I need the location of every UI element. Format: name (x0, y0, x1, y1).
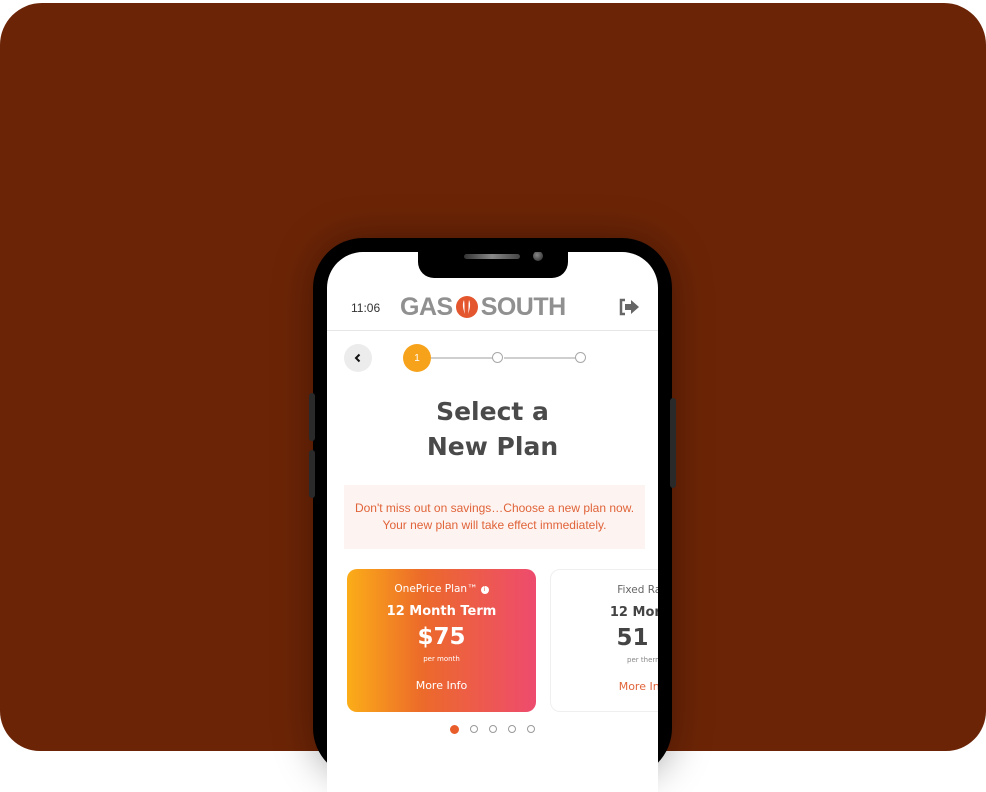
logo-text-south: SOUTH (480, 292, 567, 321)
savings-notice: Don't miss out on savings…Choose a new p… (344, 485, 645, 549)
logo-text-gas: GAS (400, 292, 453, 321)
plan-price-unit: per month (423, 655, 460, 663)
plan-card-fixed-rate[interactable]: Fixed Rate 12 Month 51 ¢ per therm More … (550, 569, 658, 712)
volume-up-button (309, 393, 315, 441)
carousel-dot[interactable] (470, 725, 478, 733)
carousel-dot[interactable] (450, 725, 459, 734)
page-title: Select a New Plan (327, 394, 658, 464)
step-connector (431, 357, 493, 359)
plan-name-text: OnePrice Plan™ (394, 583, 478, 595)
carousel-dot[interactable] (527, 725, 535, 733)
sign-out-icon[interactable] (618, 298, 640, 316)
plan-name: Fixed Rate (617, 584, 658, 596)
volume-down-button (309, 450, 315, 498)
more-info-link[interactable]: More Info (551, 680, 658, 693)
phone-screen: 11:06 GAS SOUTH 1 Select a New Plan Don'… (327, 252, 658, 792)
step-connector (504, 357, 576, 359)
plan-name: OnePrice Plan™ i (347, 583, 536, 595)
carousel-dot[interactable] (508, 725, 516, 733)
chevron-left-icon (354, 353, 361, 363)
speaker-icon (464, 254, 520, 259)
step-1-active: 1 (403, 344, 431, 372)
notice-text: Don't miss out on savings…Choose a new p… (354, 501, 635, 532)
flame-icon (455, 296, 478, 318)
plan-price: $75 (417, 624, 466, 650)
gas-south-logo[interactable]: GAS SOUTH (400, 292, 566, 322)
phone-frame: 11:06 GAS SOUTH 1 Select a New Plan Don'… (309, 238, 676, 792)
power-button (670, 398, 676, 488)
more-info-link[interactable]: More Info (347, 679, 536, 692)
phone-notch (418, 252, 568, 278)
carousel-dot[interactable] (489, 725, 497, 733)
back-button[interactable] (344, 344, 372, 372)
plan-term: 12 Month Term (386, 604, 497, 619)
progress-stepper: 1 (327, 344, 658, 374)
title-line-2: New Plan (426, 432, 559, 461)
plan-term: 12 Month (609, 605, 658, 620)
plan-card-oneprice[interactable]: OnePrice Plan™ i 12 Month Term $75 per mo… (347, 569, 536, 712)
plan-price: 51 ¢ (616, 625, 658, 651)
app-header: 11:06 GAS SOUTH (327, 284, 658, 331)
step-2 (492, 352, 503, 363)
info-icon[interactable]: i (480, 586, 489, 594)
plan-price-unit: per therm (627, 656, 658, 664)
plan-carousel[interactable]: OnePrice Plan™ i 12 Month Term $75 per mo… (347, 569, 658, 714)
camera-icon (533, 252, 543, 261)
title-line-1: Select a (436, 397, 549, 426)
step-3 (575, 352, 586, 363)
status-time: 11:06 (351, 301, 381, 315)
carousel-pagination (327, 725, 658, 734)
